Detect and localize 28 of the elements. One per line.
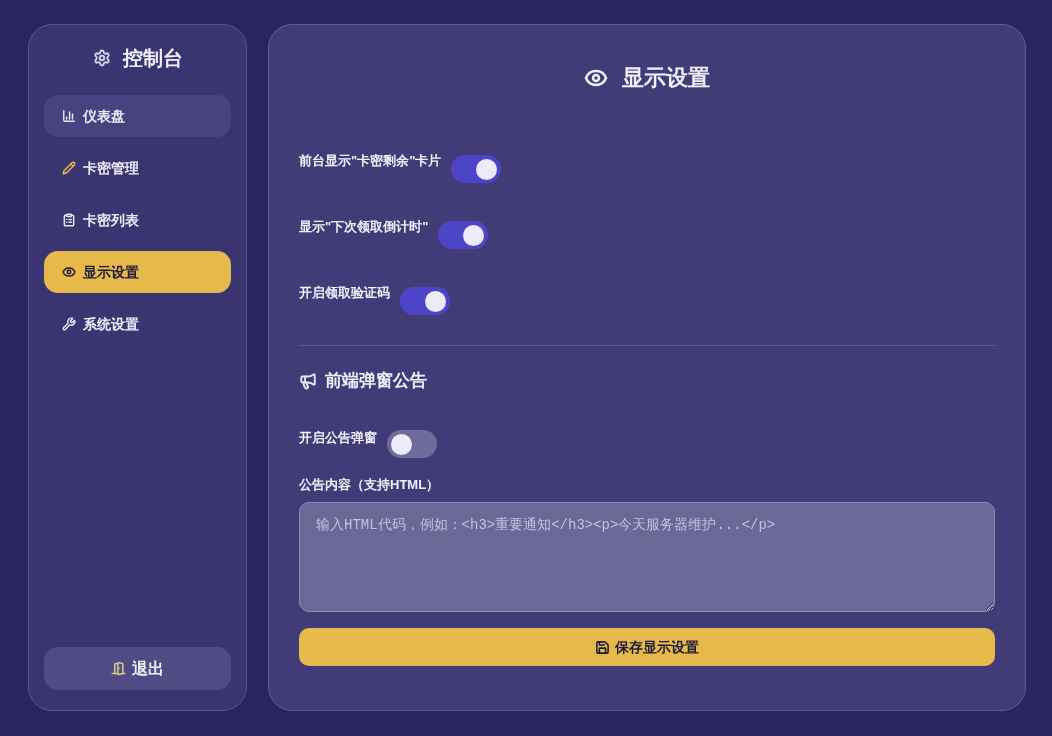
clipboard-icon	[62, 213, 76, 227]
sidebar-item[interactable]: 系统设置	[44, 303, 231, 345]
sidebar-item[interactable]: 仪表盘	[44, 95, 231, 137]
toggle-label: 开启领取验证码	[299, 284, 390, 302]
sidebar-item[interactable]: 卡密管理	[44, 147, 231, 189]
sidebar-item[interactable]: 显示设置	[44, 251, 231, 293]
toggle-switch[interactable]	[400, 287, 450, 315]
toggle-label: 显示"下次领取倒计时"	[299, 218, 429, 236]
door-icon	[111, 661, 126, 676]
megaphone-icon	[299, 372, 317, 390]
gear-icon	[92, 49, 111, 67]
bar-chart-icon	[62, 109, 76, 123]
save-button[interactable]: 保存显示设置	[299, 628, 995, 666]
wrench-icon	[62, 317, 76, 331]
sidebar-item[interactable]: 卡密列表	[44, 199, 231, 241]
field-label: 公告内容（支持HTML）	[299, 476, 440, 494]
page-title: 显示设置	[622, 64, 710, 92]
announcement-input[interactable]: 输入HTML代码，例如：<h3>重要通知</h3><p>今天服务器维护...</p>	[299, 502, 995, 612]
logout-button[interactable]: 退出	[44, 647, 231, 690]
toggle-label: 前台显示"卡密剩余"卡片	[299, 152, 442, 170]
eye-icon	[62, 265, 76, 279]
pencil-icon	[62, 161, 76, 175]
toggle-switch[interactable]	[438, 221, 489, 249]
toggle-label: 开启公告弹窗	[299, 429, 377, 447]
section-heading: 前端弹窗公告	[325, 370, 427, 392]
toggle-switch[interactable]	[451, 155, 502, 183]
toggle-switch[interactable]	[387, 430, 437, 458]
sidebar-title: 控制台	[122, 46, 183, 70]
